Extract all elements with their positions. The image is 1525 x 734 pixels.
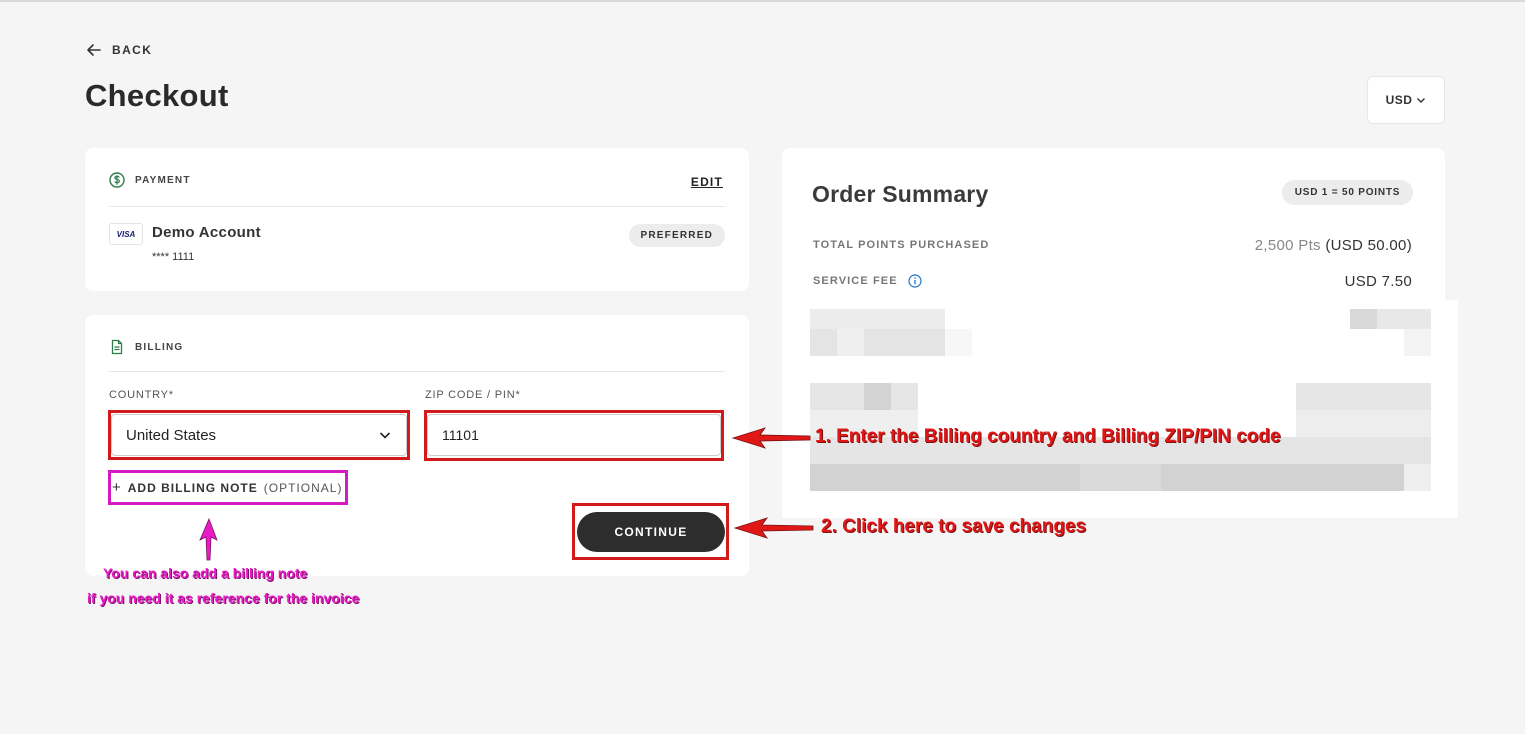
arrow-step1 [731, 427, 811, 449]
annotation-note-line2: if you need it as reference for the invo… [87, 590, 360, 606]
annotation-note-line1: You can also add a billing note [103, 565, 308, 581]
annotation-arrows [199, 427, 814, 561]
arrow-step2 [733, 517, 814, 539]
annotation-step1: 1. Enter the Billing country and Billing… [815, 426, 1281, 447]
annotation-step2: 2. Click here to save changes [821, 516, 1087, 537]
arrow-note [199, 517, 218, 561]
